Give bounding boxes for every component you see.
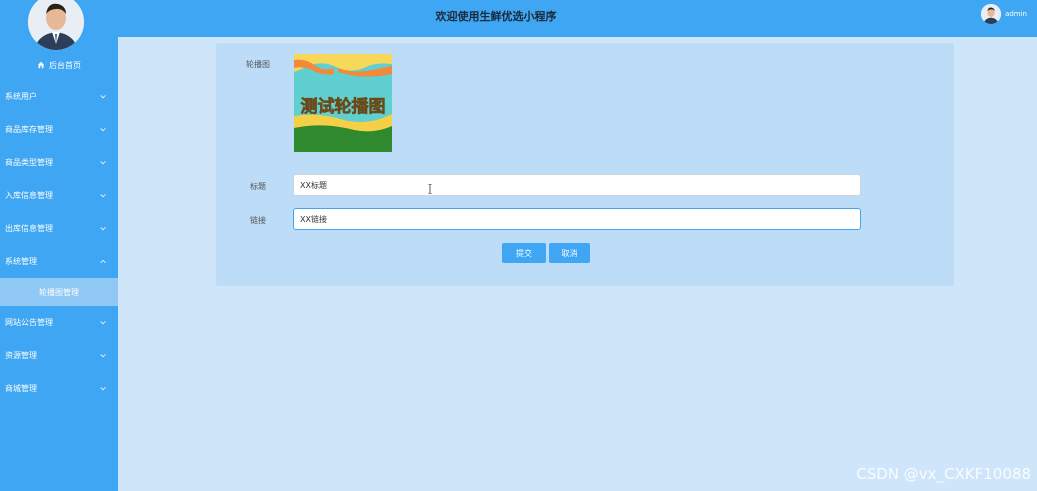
chevron-down-icon <box>100 353 106 357</box>
sidebar-item-announcements[interactable]: 网站公告管理 <box>0 306 118 339</box>
chevron-up-icon <box>100 259 106 263</box>
chevron-down-icon <box>100 94 106 98</box>
image-label: 轮播图 <box>246 60 270 69</box>
avatar <box>28 0 84 50</box>
sidebar-item-label: 商品库存管理 <box>5 125 53 134</box>
sidebar-item-system-management[interactable]: 系统管理 <box>0 245 118 278</box>
avatar <box>981 4 1002 24</box>
link-label: 链接 <box>250 216 266 225</box>
chevron-down-icon <box>100 127 106 131</box>
chevron-down-icon <box>100 320 106 324</box>
page-title: 欢迎使用生鲜优选小程序 <box>435 10 557 23</box>
user-portrait-icon <box>981 4 1002 24</box>
submit-button[interactable]: 提交 <box>502 243 546 263</box>
title-input[interactable]: XX标题 <box>293 174 861 196</box>
top-header: 欢迎使用生鲜优选小程序 admin <box>118 0 1037 37</box>
sidebar-item-label: 入库信息管理 <box>5 191 53 200</box>
username: admin <box>1005 10 1027 18</box>
carousel-image[interactable]: 测试轮播图 <box>294 54 392 152</box>
chevron-down-icon <box>100 226 106 230</box>
cancel-button[interactable]: 取消 <box>549 243 590 263</box>
sidebar-item-mall[interactable]: 商城管理 <box>0 372 118 405</box>
sidebar-item-system-users[interactable]: 系统用户 <box>0 80 118 113</box>
sidebar-item-stock-in[interactable]: 入库信息管理 <box>0 179 118 212</box>
sidebar-item-stock-out[interactable]: 出库信息管理 <box>0 212 118 245</box>
sidebar-subitem-label: 轮播图管理 <box>39 287 79 297</box>
sidebar: 后台首页 系统用户 商品库存管理 商品类型管理 入库信息管理 出库信息管理 系统… <box>0 0 118 491</box>
chevron-down-icon <box>100 386 106 390</box>
carousel-image-text: 测试轮播图 <box>301 96 386 117</box>
link-input[interactable]: XX链接 <box>293 208 861 230</box>
text-cursor-icon <box>428 184 432 194</box>
user-portrait-icon <box>28 0 84 50</box>
title-input-value: XX标题 <box>300 180 327 190</box>
title-label: 标题 <box>250 182 266 191</box>
sidebar-item-label: 网站公告管理 <box>5 318 53 327</box>
sidebar-item-label: 商品类型管理 <box>5 158 53 167</box>
sidebar-item-label: 系统用户 <box>5 92 37 101</box>
sidebar-item-label: 资源管理 <box>5 351 37 360</box>
sidebar-item-label: 出库信息管理 <box>5 224 53 233</box>
home-label: 后台首页 <box>49 60 81 70</box>
sidebar-item-product-types[interactable]: 商品类型管理 <box>0 146 118 179</box>
sidebar-item-label: 系统管理 <box>5 257 37 266</box>
sidebar-item-resources[interactable]: 资源管理 <box>0 339 118 372</box>
sidebar-item-label: 商城管理 <box>5 384 37 393</box>
sidebar-subitem-carousel[interactable]: 轮播图管理 <box>0 278 118 306</box>
link-input-value: XX链接 <box>300 214 327 224</box>
sidebar-home-link[interactable]: 后台首页 <box>0 58 118 72</box>
chevron-down-icon <box>100 193 106 197</box>
home-icon <box>37 61 45 69</box>
chevron-down-icon <box>100 160 106 164</box>
carousel-image-graphic: 测试轮播图 <box>294 54 392 152</box>
watermark: CSDN @vx_CXKF10088 <box>856 465 1031 483</box>
user-menu[interactable]: admin <box>981 4 1027 24</box>
sidebar-item-inventory[interactable]: 商品库存管理 <box>0 113 118 146</box>
